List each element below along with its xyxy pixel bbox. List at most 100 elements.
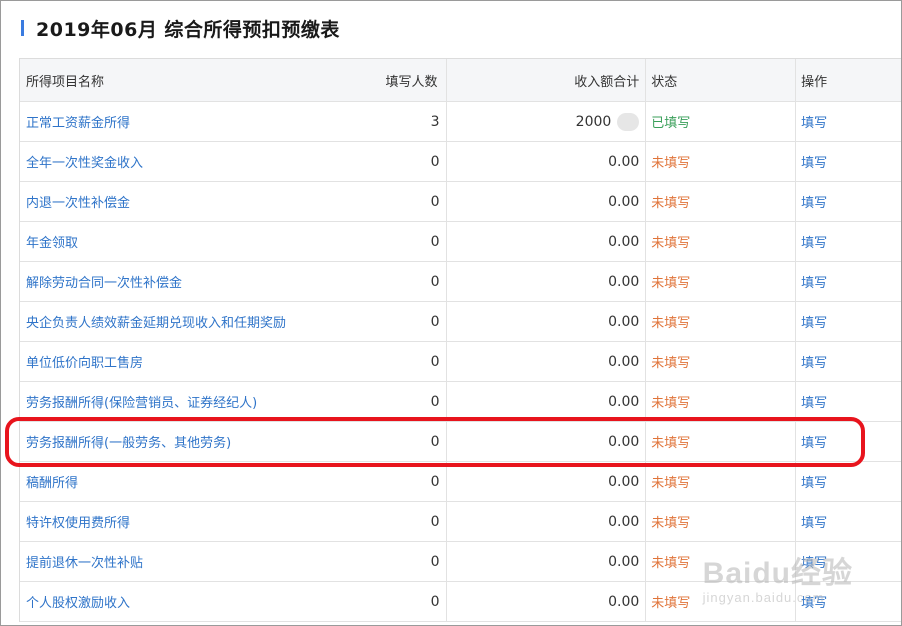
amount-value: 0.00 <box>608 313 640 330</box>
table-body: 正常工资薪金所得 3 2000 已填写 填写 全年一次性奖金收入 0 0.00 未填写 填写 内退一… <box>20 102 901 622</box>
cell-item-name: 稿酬所得 0 <box>20 462 447 501</box>
amount-value: 0.00 <box>608 433 640 450</box>
title-bar: 2019年06月 综合所得预扣预缴表 <box>21 13 340 43</box>
header-name-label: 所得项目名称 <box>26 74 105 90</box>
cell-item-name: 单位低价向职工售房 0 <box>20 342 447 381</box>
cell-amount: 0.00 <box>447 502 647 541</box>
status-text: 未填写 <box>651 556 691 571</box>
fill-link[interactable]: 填写 <box>801 432 827 451</box>
status-text: 未填写 <box>651 596 691 611</box>
app-window: 2019年06月 综合所得预扣预缴表 所得项目名称 填写人数 收入额合计 状态 … <box>0 0 902 626</box>
amount-value: 0.00 <box>608 473 640 490</box>
watermark-sub: jingyan.baidu.com <box>702 590 825 605</box>
cell-item-name: 全年一次性奖金收入 0 <box>20 142 447 181</box>
fill-link[interactable]: 填写 <box>801 472 827 491</box>
page-title: 2019年06月 综合所得预扣预缴表 <box>36 18 340 41</box>
item-name-link[interactable]: 提前退休一次性补贴 <box>26 552 143 571</box>
table-row: 正常工资薪金所得 3 2000 已填写 填写 <box>20 102 901 142</box>
cell-amount: 0.00 <box>447 182 647 221</box>
fill-link[interactable]: 填写 <box>801 352 827 371</box>
item-count: 0 <box>430 553 440 570</box>
item-name-link[interactable]: 解除劳动合同一次性补偿金 <box>26 272 182 291</box>
cell-status: 未填写 <box>646 222 797 261</box>
table-row: 内退一次性补偿金 0 0.00 未填写 填写 <box>20 182 901 222</box>
cell-amount: 0.00 <box>447 342 647 381</box>
cell-operation: 填写 <box>796 462 901 501</box>
item-name-link[interactable]: 个人股权激励收入 <box>26 592 130 611</box>
amount-value: 0.00 <box>608 593 640 610</box>
item-name-link[interactable]: 劳务报酬所得(一般劳务、其他劳务) <box>26 432 231 451</box>
table-row: 劳务报酬所得(保险营销员、证券经纪人) 0 0.00 未填写 填写 <box>20 382 901 422</box>
cell-status: 未填写 <box>646 462 797 501</box>
item-name-link[interactable]: 劳务报酬所得(保险营销员、证券经纪人) <box>26 392 257 411</box>
item-count: 0 <box>430 513 440 530</box>
cell-item-name: 劳务报酬所得(一般劳务、其他劳务) 0 <box>20 422 447 461</box>
item-name-link[interactable]: 单位低价向职工售房 <box>26 352 143 371</box>
cell-amount: 0.00 <box>447 262 647 301</box>
fill-link[interactable]: 填写 <box>801 392 827 411</box>
item-count: 0 <box>430 153 440 170</box>
cell-status: 未填写 <box>646 382 797 421</box>
cell-amount: 0.00 <box>447 582 647 621</box>
item-name-link[interactable]: 内退一次性补偿金 <box>26 192 130 211</box>
item-count: 0 <box>430 593 440 610</box>
fill-link[interactable]: 填写 <box>801 192 827 211</box>
fill-link[interactable]: 填写 <box>801 312 827 331</box>
cell-amount: 0.00 <box>447 422 647 461</box>
amount-value: 0.00 <box>608 273 640 290</box>
amount-value: 0.00 <box>608 393 640 410</box>
header-count-label: 填写人数 <box>385 74 438 90</box>
cell-operation: 填写 <box>796 502 901 541</box>
item-count: 0 <box>430 353 440 370</box>
amount-value: 0.00 <box>608 513 640 530</box>
cell-item-name: 内退一次性补偿金 0 <box>20 182 447 221</box>
cell-item-name: 央企负责人绩效薪金延期兑现收入和任期奖励 0 <box>20 302 447 341</box>
cell-status: 未填写 <box>646 182 797 221</box>
cell-amount: 0.00 <box>447 462 647 501</box>
status-text: 未填写 <box>651 356 691 371</box>
cell-status: 未填写 <box>646 502 797 541</box>
header-cell-amount: 收入额合计 <box>447 59 647 101</box>
status-text: 未填写 <box>651 396 691 411</box>
status-text: 未填写 <box>651 276 691 291</box>
cell-item-name: 提前退休一次性补贴 0 <box>20 542 447 581</box>
table-row: 央企负责人绩效薪金延期兑现收入和任期奖励 0 0.00 未填写 填写 <box>20 302 901 342</box>
fill-link[interactable]: 填写 <box>801 232 827 251</box>
cell-operation: 填写 <box>796 382 901 421</box>
cell-operation: 填写 <box>796 342 901 381</box>
cell-amount: 0.00 <box>447 142 647 181</box>
item-count: 0 <box>430 433 440 450</box>
fill-link[interactable]: 填写 <box>801 112 827 131</box>
watermark-main: Baidu经验 <box>702 557 853 590</box>
item-name-link[interactable]: 央企负责人绩效薪金延期兑现收入和任期奖励 <box>26 312 286 331</box>
item-count: 0 <box>430 473 440 490</box>
status-text: 未填写 <box>651 476 691 491</box>
header-cell-operation: 操作 <box>801 74 828 90</box>
item-name-link[interactable]: 特许权使用费所得 <box>26 512 130 531</box>
item-name-link[interactable]: 正常工资薪金所得 <box>26 112 130 131</box>
item-name-link[interactable]: 稿酬所得 <box>26 472 78 491</box>
table-header-row: 所得项目名称 填写人数 收入额合计 状态 操作 <box>20 59 901 102</box>
item-name-link[interactable]: 全年一次性奖金收入 <box>26 152 143 171</box>
item-count: 0 <box>430 193 440 210</box>
cell-amount: 0.00 <box>447 302 647 341</box>
cell-status: 未填写 <box>646 142 797 181</box>
cell-status: 未填写 <box>646 422 797 461</box>
fill-link[interactable]: 填写 <box>801 512 827 531</box>
cell-amount: 0.00 <box>447 542 647 581</box>
cell-operation: 填写 <box>796 222 901 261</box>
cell-item-name: 解除劳动合同一次性补偿金 0 <box>20 262 447 301</box>
amount-value: 0.00 <box>608 353 640 370</box>
fill-link[interactable]: 填写 <box>801 152 827 171</box>
cell-status: 未填写 <box>646 302 797 341</box>
cell-operation: 填写 <box>796 422 901 461</box>
table-row: 劳务报酬所得(一般劳务、其他劳务) 0 0.00 未填写 填写 <box>20 422 901 462</box>
fill-link[interactable]: 填写 <box>801 272 827 291</box>
status-text: 已填写 <box>651 116 691 131</box>
item-count: 0 <box>430 393 440 410</box>
item-name-link[interactable]: 年金领取 <box>26 232 78 251</box>
cell-item-name: 劳务报酬所得(保险营销员、证券经纪人) 0 <box>20 382 447 421</box>
cell-operation: 填写 <box>796 102 901 141</box>
cell-operation: 填写 <box>796 182 901 221</box>
status-text: 未填写 <box>651 156 691 171</box>
